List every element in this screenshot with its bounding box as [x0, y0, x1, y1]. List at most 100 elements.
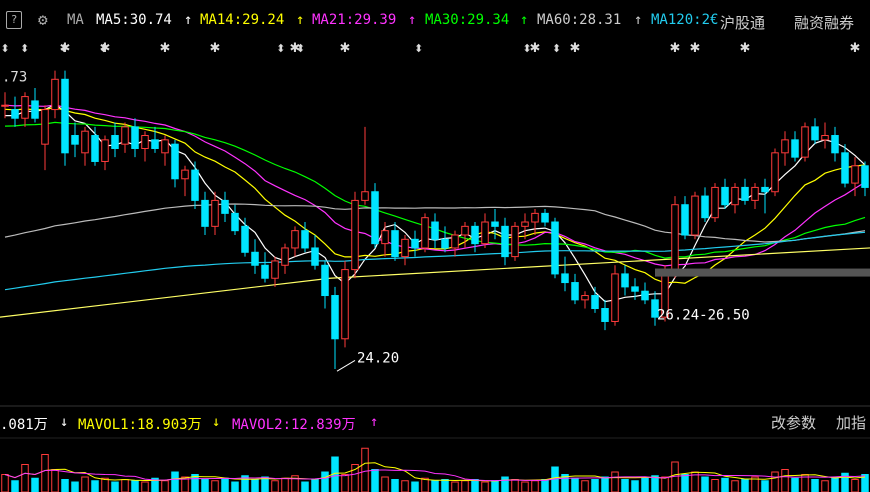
candle-body [831, 135, 839, 154]
event-arrow-icon: ⬍ [0, 42, 9, 55]
candle-body [441, 238, 449, 249]
volume-bar [391, 479, 399, 492]
event-arrow-icon: ⬍ [20, 42, 29, 55]
mavol2-value: MAVOL2:12.839万 [232, 417, 356, 433]
ma21-value: MA21:29.39 [312, 12, 397, 28]
volume-bar [571, 477, 579, 492]
high-price-label: .73 [2, 69, 27, 85]
volume-bar [131, 480, 139, 492]
candle-body [601, 308, 609, 322]
volume-bar [771, 471, 779, 492]
candle-body [1, 104, 9, 107]
volume-bar [341, 474, 349, 492]
volume-bar [601, 476, 609, 492]
candle-body [191, 169, 199, 201]
ma5-value: MA5:30.74 [96, 12, 172, 28]
candle-body [321, 264, 329, 297]
ma21-arrow-icon: ↑ [408, 12, 417, 28]
candle-body [611, 273, 619, 322]
ma5-arrow-icon: ↑ [184, 12, 193, 28]
event-star-icon: ✱ [160, 41, 171, 56]
candle-body [791, 139, 799, 158]
volume-bar [631, 480, 639, 492]
volume-bar [141, 481, 149, 492]
volume-bar [361, 447, 369, 492]
candle-body [251, 251, 259, 266]
candle-body [291, 230, 299, 249]
volume-bar [421, 477, 429, 492]
candle-body [41, 109, 49, 145]
candle-body [421, 217, 429, 249]
candle-body [391, 230, 399, 258]
volume-bar [261, 476, 269, 492]
volume-bar [851, 479, 859, 492]
volume-bar [51, 469, 59, 492]
indicator-toolbar: ? ⚙ MA MA5:30.74 ↑ MA14:29.24 ↑ MA21:29.… [0, 0, 870, 40]
range-price-label: 26.24-26.50 [657, 307, 750, 323]
volume-bar [271, 480, 279, 492]
gear-icon[interactable]: ⚙ [38, 10, 48, 29]
candle-body [751, 186, 759, 201]
candle-body [11, 109, 19, 119]
event-arrow-icon: ⬍ [296, 42, 305, 55]
volume-bar [781, 469, 789, 492]
help-icon[interactable]: ? [6, 11, 22, 29]
candle-body [461, 225, 469, 236]
volume-bar [611, 471, 619, 492]
candle-body [301, 230, 309, 249]
candle-body [511, 225, 519, 258]
volume-bar [491, 480, 499, 492]
candle-body [341, 269, 349, 340]
candle-body [621, 273, 629, 288]
candle-body [521, 221, 529, 227]
candle-body [51, 78, 59, 111]
event-star-icon: ✱ [340, 41, 351, 56]
volume-bar [231, 481, 239, 492]
volume-bar [661, 476, 669, 492]
candle-body [141, 135, 149, 149]
candle-body [771, 152, 779, 193]
volume-bar [321, 471, 329, 492]
volume-bar [251, 479, 259, 492]
event-star-icon: ✱ [850, 41, 861, 56]
margin-trading-button[interactable]: 融资融券 [794, 12, 854, 33]
candle-body [21, 96, 29, 119]
candle-body [681, 204, 689, 236]
event-arrow-icon: ⬍ [276, 42, 285, 55]
volume-bar [681, 474, 689, 492]
ma30-arrow-icon: ↑ [520, 12, 529, 28]
candle-body [411, 238, 419, 249]
volume-bar [41, 454, 49, 492]
volume-bar [701, 476, 709, 492]
volume-bar [71, 481, 79, 492]
volume-bar [211, 480, 219, 492]
edit-params-button[interactable]: 改参数 [771, 412, 816, 433]
volume-bar [651, 475, 659, 492]
volume-bar [381, 476, 389, 492]
volume-bar [1, 474, 9, 492]
candle-body [271, 260, 279, 279]
candle-body [101, 139, 109, 162]
candle-body [161, 139, 169, 154]
add-indicator-button[interactable]: 加指 [836, 412, 866, 433]
event-star-icon: ✱ [740, 41, 751, 56]
ma60-arrow-icon: ↑ [634, 12, 643, 28]
event-star-icon: ✱ [210, 41, 221, 56]
volume-bar [81, 476, 89, 492]
ma14-arrow-icon: ↑ [296, 12, 305, 28]
candle-body [401, 238, 409, 258]
candle-body [851, 165, 859, 184]
event-star-icon: ✱ [670, 41, 681, 56]
volume-bar [501, 476, 509, 492]
volume-bar [581, 480, 589, 492]
indicator-name[interactable]: MA [67, 12, 84, 28]
volume-arrow-icon: ↓ [60, 414, 69, 430]
volume-bar [641, 477, 649, 492]
candle-body [431, 221, 439, 240]
candle-body [241, 225, 249, 253]
hgt-button[interactable]: 沪股通 [720, 12, 765, 33]
mavol2-line [4, 469, 866, 482]
candle-body [501, 225, 509, 258]
volume-bar [221, 477, 229, 492]
volume-bar [441, 479, 449, 492]
